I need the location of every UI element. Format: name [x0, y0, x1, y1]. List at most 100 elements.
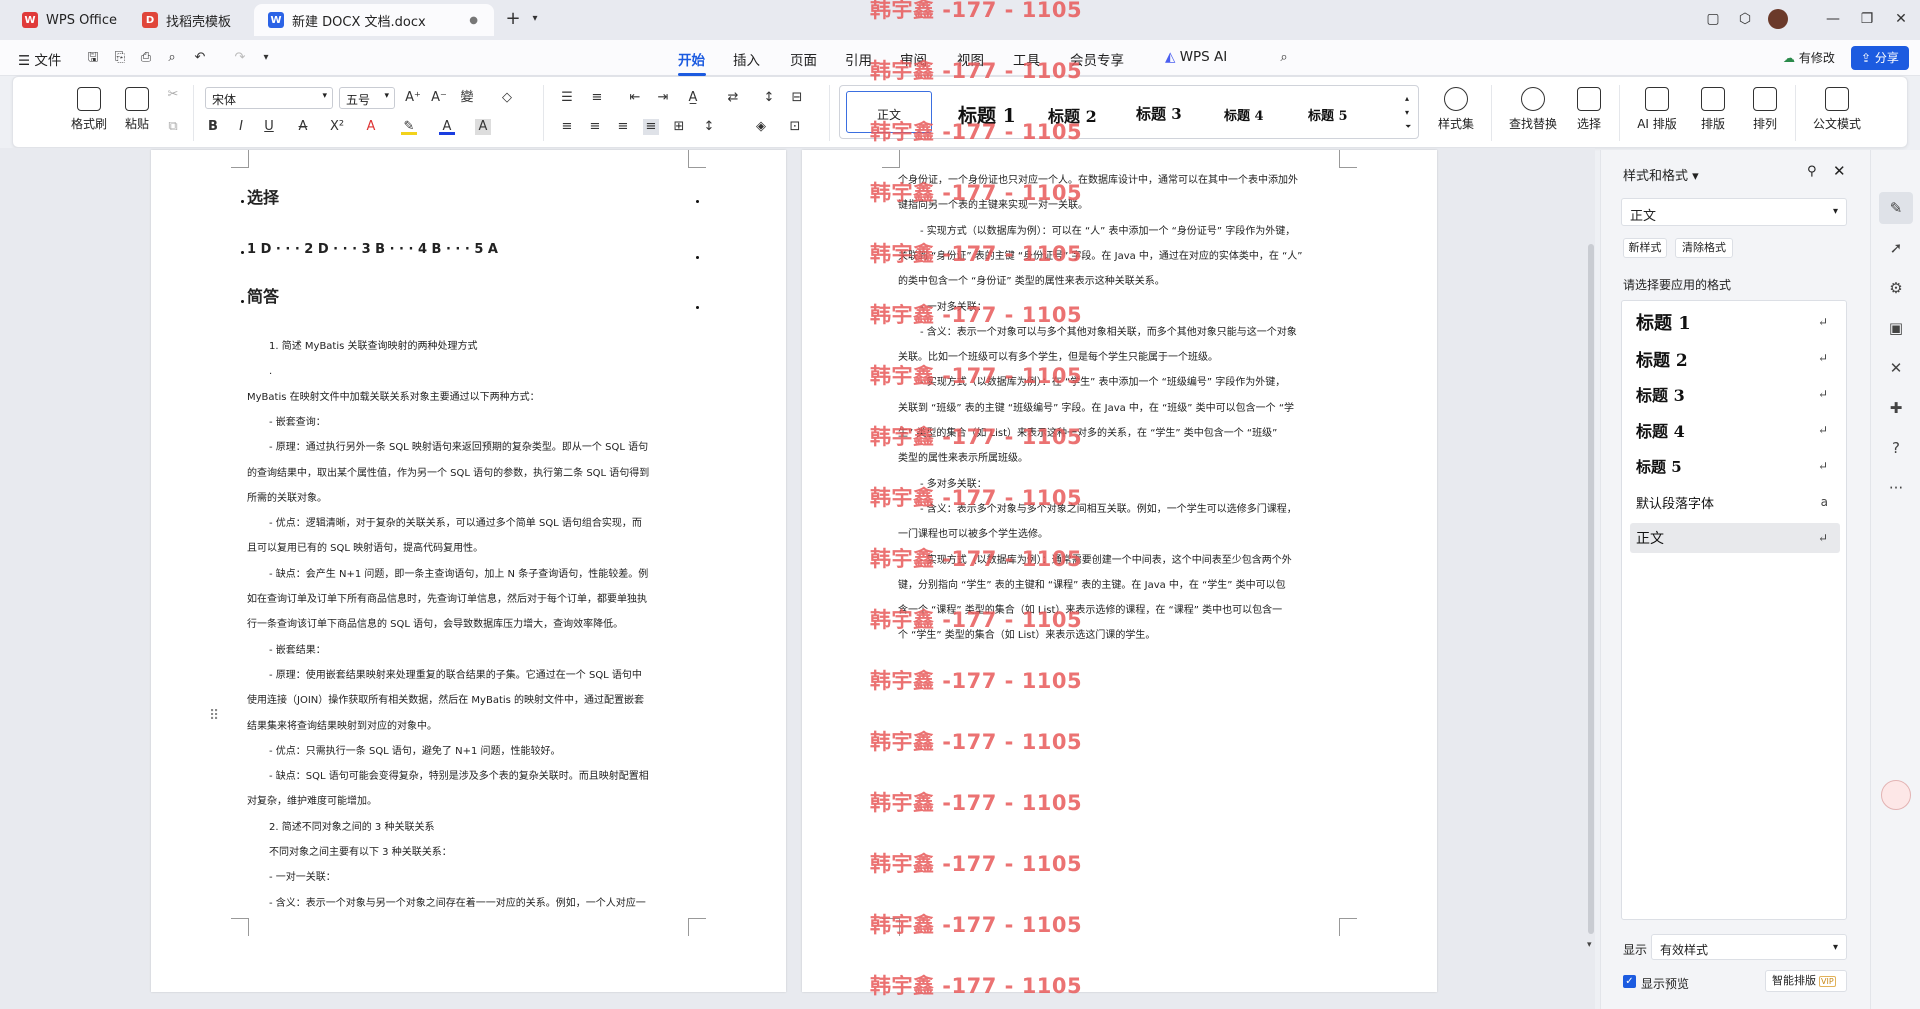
preview-checkbox[interactable]: ✓ — [1623, 975, 1636, 988]
document-scrollbar[interactable] — [1588, 244, 1594, 934]
window-layout-icon[interactable]: ▢ — [1702, 8, 1724, 30]
page-1[interactable]: 选择 1 D · · · 2 D · · · 3 B · · · 4 B · ·… — [151, 150, 786, 992]
increase-indent-icon[interactable]: ⇥ — [655, 90, 671, 106]
pin-icon[interactable]: ⚲ — [1807, 164, 1817, 179]
wps-ai-button[interactable]: ◭ WPS AI — [1165, 49, 1227, 65]
font-color-icon[interactable]: A — [439, 119, 455, 135]
search-icon[interactable]: ⌕ — [1276, 50, 1292, 66]
print-preview-icon[interactable]: ⌕ — [164, 50, 180, 66]
font-name-select[interactable]: 宋体 ▾ — [205, 87, 333, 109]
style-pen-icon[interactable]: ✎ — [1886, 198, 1906, 218]
new-tab-icon[interactable]: + — [502, 8, 524, 30]
gallery-scroll-down-icon[interactable]: ▾ — [1405, 108, 1409, 117]
export-pdf-icon[interactable]: ⎘ — [112, 50, 128, 66]
tools-icon[interactable]: ✕ — [1886, 358, 1906, 378]
select-button[interactable]: 选择 — [1569, 87, 1609, 132]
style-heading-5[interactable]: 标题 5 — [1308, 105, 1348, 124]
ai-layout-button[interactable]: AI 排版 — [1629, 87, 1685, 132]
superscript-icon[interactable]: X² — [329, 119, 345, 135]
redo-icon[interactable]: ↷ — [232, 50, 248, 66]
sort-icon[interactable]: ↕ — [761, 90, 777, 106]
style-item-heading-1[interactable]: 标题 1 ↵ — [1630, 307, 1840, 337]
tab-templates[interactable]: D 找稻壳模板 — [128, 4, 252, 36]
gallery-expand-icon[interactable]: ⏷ — [1405, 122, 1411, 132]
close-panel-icon[interactable]: ✕ — [1833, 162, 1846, 180]
align-center-icon[interactable]: ≡ — [587, 119, 603, 135]
undo-icon[interactable]: ↶ — [192, 50, 208, 66]
style-item-heading-2[interactable]: 标题 2 ↵ — [1630, 343, 1840, 373]
line-spacing-icon[interactable]: ↕ — [701, 119, 717, 135]
avatar[interactable] — [1768, 9, 1788, 29]
layout-button[interactable]: 排版 — [1693, 87, 1733, 132]
copy-icon[interactable]: ⧉ — [165, 119, 181, 135]
border-icon[interactable]: ⊡ — [787, 119, 803, 135]
chinese-layout-icon[interactable]: A̲ — [685, 90, 701, 106]
text-effect-icon[interactable]: A — [363, 119, 379, 135]
style-item-heading-3[interactable]: 标题 3 ↵ — [1630, 379, 1840, 409]
puzzle-icon[interactable]: ✚ — [1886, 398, 1906, 418]
new-style-button[interactable]: 新样式 — [1623, 238, 1667, 258]
bullet-list-icon[interactable]: ☰ — [559, 90, 575, 106]
find-replace-button[interactable]: 查找替换 — [1501, 87, 1565, 132]
tab-wps-office[interactable]: W WPS Office — [8, 4, 128, 36]
strikethrough-icon[interactable]: A — [295, 119, 311, 135]
format-painter-button[interactable]: 格式刷 — [69, 87, 109, 132]
align-right-icon[interactable]: ≡ — [615, 119, 631, 135]
print-icon[interactable]: ⎙ — [138, 50, 154, 66]
style-item-normal[interactable]: 正文 ↵ — [1630, 523, 1840, 553]
style-item-heading-5[interactable]: 标题 5 ↵ — [1630, 451, 1840, 481]
clear-format-button[interactable]: 清除格式 — [1675, 238, 1733, 258]
tab-document[interactable]: W 新建 DOCX 文档.docx ● — [254, 4, 494, 36]
menu-page[interactable]: 页面 — [790, 49, 817, 69]
shading-icon[interactable]: ◈ — [753, 119, 769, 135]
style-set-button[interactable]: 样式集 — [1431, 87, 1481, 132]
decrease-indent-icon[interactable]: ⇤ — [627, 90, 643, 106]
assistant-avatar[interactable] — [1881, 780, 1911, 810]
justify-icon[interactable]: ≡ — [643, 119, 659, 135]
phonetic-icon[interactable]: 變 — [459, 90, 475, 106]
gallery-scroll-up-icon[interactable]: ▴ — [1405, 94, 1409, 103]
style-item-heading-4[interactable]: 标题 4 ↵ — [1630, 415, 1840, 445]
paste-button[interactable]: 粘贴 — [117, 87, 157, 132]
text-direction-icon[interactable]: ⇄ — [725, 90, 741, 106]
restore-icon[interactable]: ❐ — [1856, 8, 1878, 30]
revision-status[interactable]: ☁ 有修改 — [1783, 49, 1835, 66]
bold-icon[interactable]: B — [205, 119, 221, 135]
help-icon[interactable]: ? — [1886, 438, 1906, 458]
smart-layout-button[interactable]: 智能排版 VIP — [1765, 970, 1847, 992]
style-item-default-font[interactable]: 默认段落字体 a — [1630, 487, 1840, 517]
distribute-icon[interactable]: ⊞ — [671, 119, 687, 135]
close-tab-icon[interactable]: ● — [469, 15, 478, 26]
close-window-icon[interactable]: ✕ — [1890, 8, 1912, 30]
show-filter-select[interactable]: 有效样式 ▾ — [1651, 934, 1847, 960]
select-cursor-icon[interactable]: ➚ — [1886, 238, 1906, 258]
style-heading-3[interactable]: 标题 3 — [1136, 103, 1182, 124]
quick-access-chevron-icon[interactable]: ▾ — [258, 50, 274, 66]
menu-insert[interactable]: 插入 — [733, 49, 760, 69]
official-doc-button[interactable]: 公文模式 — [1809, 87, 1865, 132]
menu-reference[interactable]: 引用 — [845, 49, 872, 69]
grow-font-icon[interactable]: A⁺ — [405, 90, 421, 106]
minimize-icon[interactable]: — — [1822, 8, 1844, 30]
image-edit-icon[interactable]: ▣ — [1886, 318, 1906, 338]
sliders-icon[interactable]: ⚙ — [1886, 278, 1906, 298]
panel-title[interactable]: 样式和格式 ▾ — [1623, 165, 1699, 184]
file-menu[interactable]: ☰ 文件 — [18, 49, 61, 69]
cut-icon[interactable]: ✂ — [165, 87, 181, 103]
underline-icon[interactable]: U — [261, 119, 277, 135]
numbered-list-icon[interactable]: ≡ — [589, 90, 605, 106]
align-left-icon[interactable]: ≡ — [559, 119, 575, 135]
drag-handle-icon[interactable]: ⠿ — [209, 708, 219, 724]
char-shading-icon[interactable]: A — [475, 119, 491, 135]
current-style-select[interactable]: 正文 ▾ — [1621, 198, 1847, 226]
scroll-down-icon[interactable]: ▾ — [1587, 940, 1592, 950]
share-button[interactable]: ⇪ 分享 — [1851, 46, 1909, 70]
save-icon[interactable]: 🖫 — [85, 50, 101, 66]
tab-list-chevron-icon[interactable]: ▾ — [524, 8, 546, 30]
style-heading-4[interactable]: 标题 4 — [1224, 105, 1264, 124]
clear-format-icon[interactable]: ◇ — [499, 90, 515, 106]
cube-icon[interactable]: ⬡ — [1734, 8, 1756, 30]
more-icon[interactable]: ··· — [1886, 478, 1906, 498]
font-size-select[interactable]: 五号 ▾ — [339, 87, 395, 109]
italic-icon[interactable]: I — [233, 119, 249, 135]
